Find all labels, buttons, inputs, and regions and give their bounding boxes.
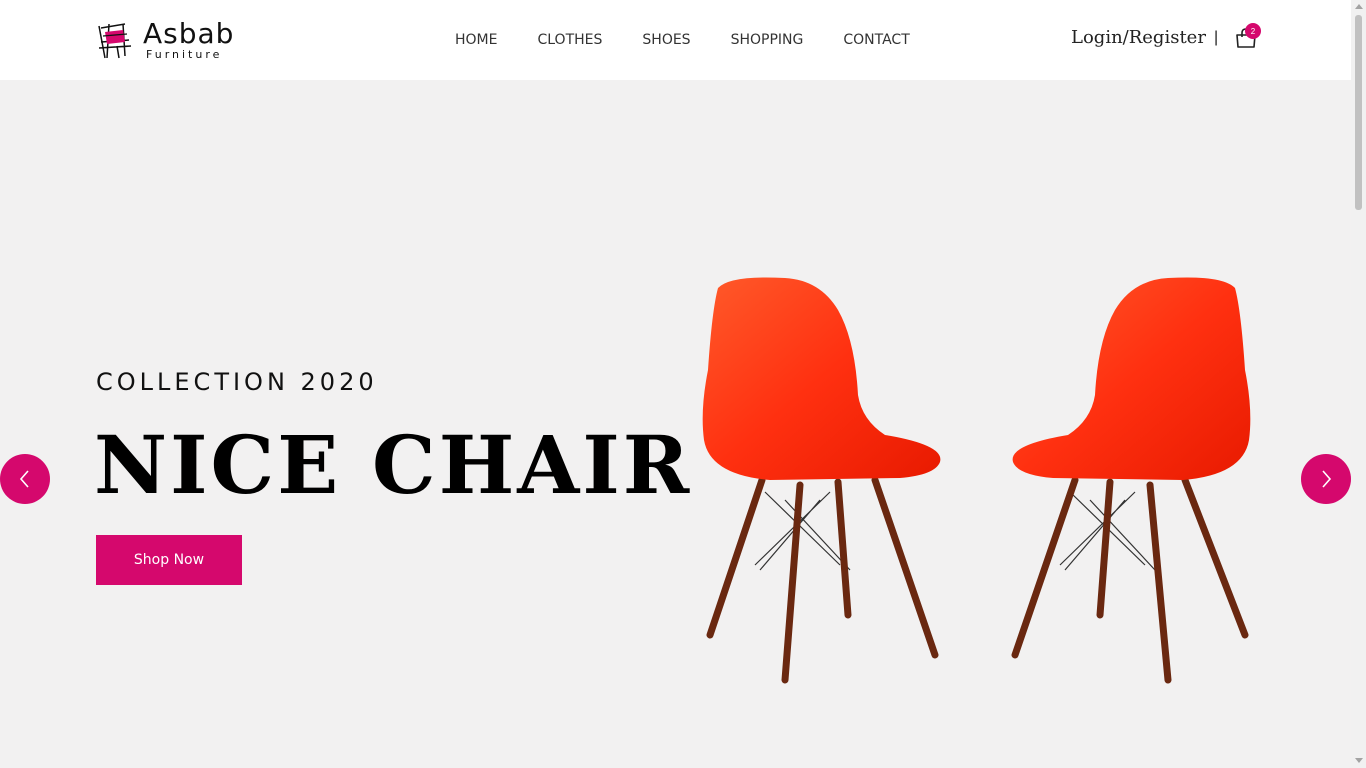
hero-chairs-image [702,277,1251,684]
site-header: Asbab Furniture HOME CLOTHES SHOES SHOPP… [0,0,1351,80]
slider-next-button[interactable] [1301,454,1351,504]
nav-shopping[interactable]: SHOPPING [711,32,824,48]
scroll-down-arrow[interactable] [1355,758,1363,763]
chevron-right-icon [1322,470,1332,488]
chevron-left-icon [19,470,29,488]
slider-prev-button[interactable] [0,454,50,504]
nav-clothes[interactable]: CLOTHES [517,32,622,48]
scroll-thumb[interactable] [1355,15,1362,210]
hero-slider: COLLECTION 2020 NICE CHAIR Shop Now [0,80,1351,768]
nav-home[interactable]: HOME [435,32,517,48]
hero-subtitle: COLLECTION 2020 [96,368,378,396]
page-scrollbar[interactable] [1351,0,1366,768]
chair-right [1011,277,1251,684]
brand-tagline: Furniture [146,48,223,61]
hero-title: NICE CHAIR [94,418,693,512]
nav-contact[interactable]: CONTACT [823,32,929,48]
brand-logo[interactable]: Asbab Furniture [95,17,250,63]
nav-shoes[interactable]: SHOES [622,32,710,48]
chair-logo-icon [98,23,132,59]
login-register-link[interactable]: Login/Register [1071,27,1206,48]
brand-name: Asbab [143,17,235,50]
header-divider: | [1214,29,1219,46]
page: Asbab Furniture HOME CLOTHES SHOES SHOPP… [0,0,1366,768]
cart-count-badge: 2 [1245,23,1261,39]
shop-now-button[interactable]: Shop Now [96,535,242,585]
main-nav: HOME CLOTHES SHOES SHOPPING CONTACT [435,0,930,80]
cart-button[interactable]: 2 [1235,23,1261,50]
scroll-up-arrow[interactable] [1355,4,1363,9]
chair-left [702,277,941,684]
